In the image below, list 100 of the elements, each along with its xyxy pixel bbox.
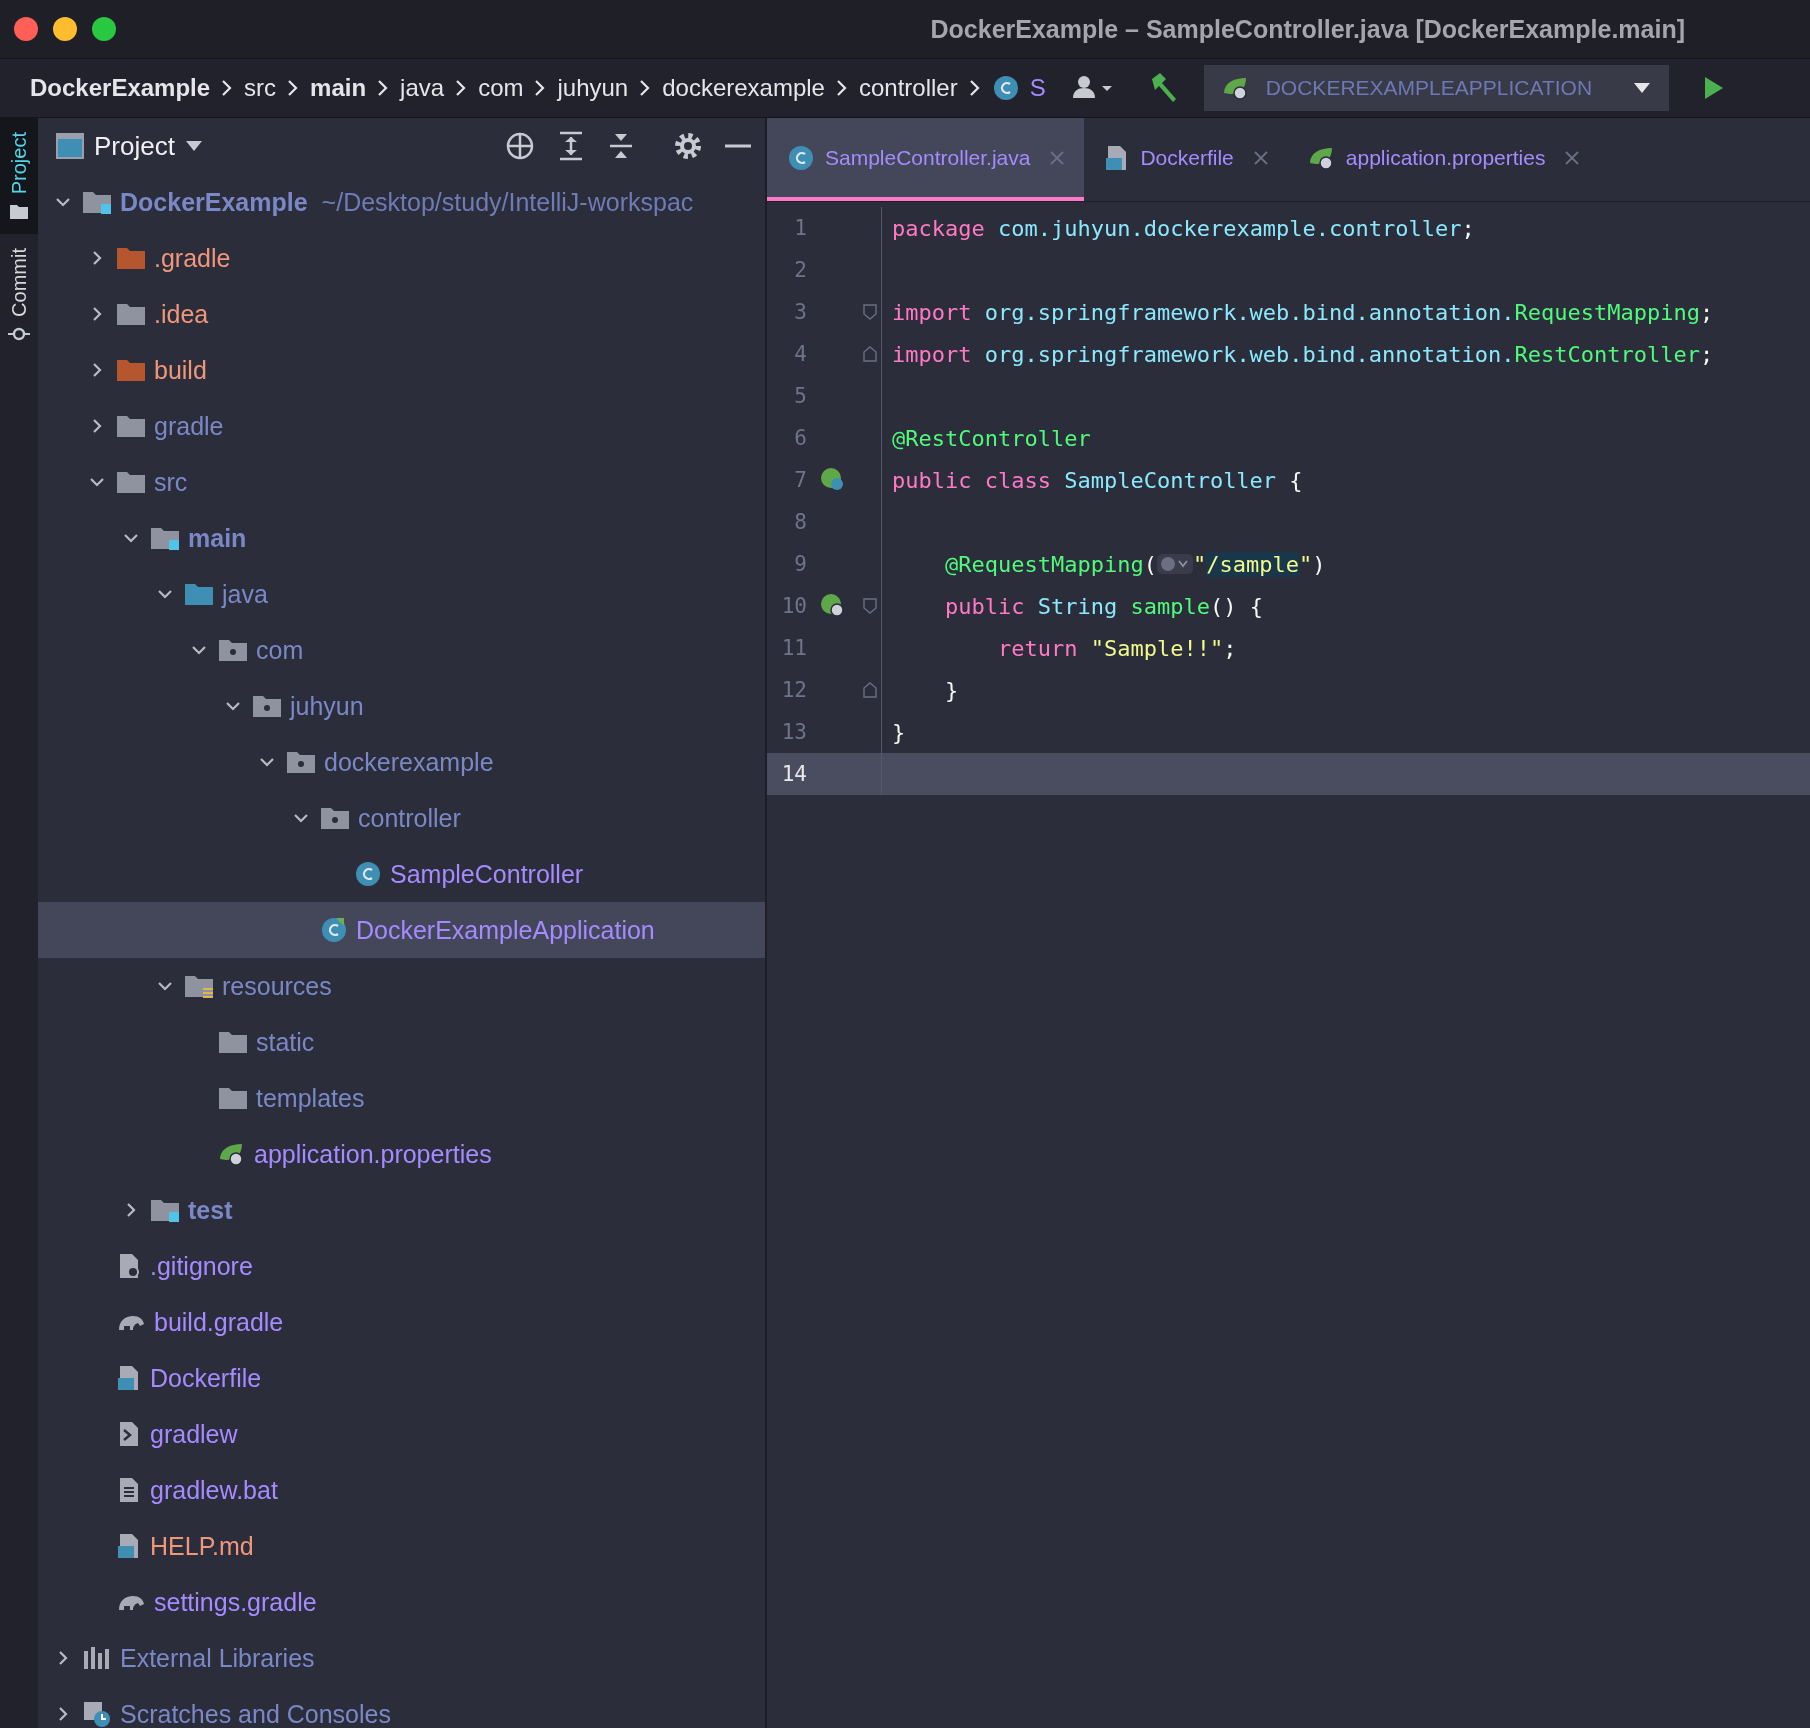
tree-item-label: test	[188, 1195, 233, 1225]
zoom-window-button[interactable]	[92, 17, 116, 41]
crosshair-icon[interactable]	[505, 131, 535, 161]
tree-row[interactable]: .gitignore	[38, 1238, 765, 1294]
tree-row[interactable]: gradlew	[38, 1406, 765, 1462]
folder-icon	[116, 357, 146, 383]
breadcrumb-item[interactable]: dockerexample	[662, 74, 825, 102]
tool-window-tab[interactable]: Project	[0, 118, 38, 235]
expand-all-icon[interactable]	[557, 131, 585, 161]
breadcrumb-item[interactable]: java	[400, 74, 445, 102]
tree-item-label: resources	[222, 971, 332, 1001]
module-folder-icon	[150, 525, 180, 551]
fold-marker-icon[interactable]	[863, 682, 877, 698]
module-folder-icon	[82, 189, 112, 215]
tree-row[interactable]: controller	[38, 790, 765, 846]
tree-row[interactable]: .gradle	[38, 230, 765, 286]
fold-marker-icon[interactable]	[863, 346, 877, 362]
tree-row[interactable]: com	[38, 622, 765, 678]
tree-row[interactable]: settings.gradle	[38, 1574, 765, 1630]
tree-row[interactable]: static	[38, 1014, 765, 1070]
folder-icon	[116, 301, 146, 327]
commit-icon	[8, 327, 30, 342]
close-icon[interactable]	[1565, 150, 1580, 165]
tree-row[interactable]: application.properties	[38, 1126, 765, 1182]
minimize-icon[interactable]	[725, 143, 751, 149]
line-number: 13	[780, 720, 807, 744]
tree-item-label: gradlew	[150, 1419, 238, 1449]
tree-row[interactable]: Dockerfile	[38, 1350, 765, 1406]
editor-tab[interactable]: application.properties	[1287, 118, 1600, 201]
package-folder-icon	[252, 693, 282, 719]
fold-marker-icon[interactable]	[863, 598, 877, 614]
breadcrumb-item[interactable]: com	[478, 74, 524, 102]
tree-row[interactable]: build.gradle	[38, 1294, 765, 1350]
run-icon[interactable]	[1702, 75, 1725, 101]
dropdown-arrow-icon	[1632, 82, 1651, 94]
chevron-icon	[834, 79, 849, 97]
libraries-icon	[82, 1645, 112, 1671]
tree-row[interactable]: juhyun	[38, 678, 765, 734]
code-line: public class SampleController {	[891, 467, 1303, 493]
tree-row[interactable]: SampleController	[38, 846, 765, 902]
tree-item-label: com	[256, 635, 304, 665]
breadcrumb-item[interactable]: src	[244, 74, 277, 102]
dropdown-arrow-icon[interactable]	[184, 140, 203, 152]
folder-icon	[116, 245, 146, 271]
tree-row[interactable]: java	[38, 566, 765, 622]
collapse-all-icon[interactable]	[607, 131, 635, 161]
code-line: }	[943, 677, 959, 703]
tree-row[interactable]: resources	[38, 958, 765, 1014]
breadcrumb-item[interactable]: S	[1029, 74, 1046, 102]
tree-row[interactable]: test	[38, 1182, 765, 1238]
breadcrumb-item[interactable]: controller	[858, 74, 958, 102]
tree-row[interactable]: gradlew.bat	[38, 1462, 765, 1518]
editor-tab[interactable]: Dockerfile	[1084, 118, 1288, 201]
tree-row[interactable]: HELP.md	[38, 1518, 765, 1574]
breadcrumb-item[interactable]: main	[310, 74, 367, 102]
code-line: @RestController	[891, 425, 1091, 451]
line-number: 8	[793, 510, 807, 534]
line-number: 14	[780, 762, 807, 786]
tree-item-label: build.gradle	[154, 1307, 284, 1337]
folder-icon	[116, 469, 146, 495]
globe-hint-icon[interactable]	[1156, 553, 1193, 575]
tree-item-label: src	[154, 467, 188, 497]
tree-item-label: gradlew.bat	[150, 1475, 278, 1505]
tree-row[interactable]: .idea	[38, 286, 765, 342]
breadcrumb-item[interactable]: juhyun	[557, 74, 629, 102]
line-number: 1	[793, 216, 807, 240]
tree-row[interactable]: dockerexample	[38, 734, 765, 790]
tree-item-label: Scratches and Consoles	[120, 1699, 391, 1728]
tree-item-label: dockerexample	[324, 747, 494, 777]
tree-row[interactable]: templates	[38, 1070, 765, 1126]
line-number: 10	[780, 594, 807, 618]
panel-title[interactable]: Project	[94, 130, 175, 162]
package-folder-icon	[218, 637, 248, 663]
close-window-button[interactable]	[14, 17, 38, 41]
scratches-icon	[82, 1700, 112, 1728]
tree-item-label: application.properties	[254, 1139, 492, 1169]
tree-row[interactable]: DockerExample ~/Desktop/study/IntelliJ-workspac	[38, 174, 765, 230]
tree-row[interactable]: main	[38, 510, 765, 566]
tree-item-label: gradle	[154, 411, 224, 441]
tree-row[interactable]: External Libraries	[38, 1630, 765, 1686]
settings-icon[interactable]	[673, 131, 703, 161]
tool-window-tab[interactable]: Commit	[0, 234, 38, 356]
line-number: 3	[793, 300, 807, 324]
minimize-window-button[interactable]	[53, 17, 77, 41]
class-icon	[787, 143, 815, 172]
run-configuration-dropdown[interactable]: DOCKEREXAMPLEAPPLICATION	[1203, 65, 1669, 111]
tree-item-label: controller	[358, 803, 461, 833]
breadcrumb-item[interactable]: DockerExample	[30, 74, 211, 102]
close-icon[interactable]	[1253, 150, 1268, 165]
tree-row[interactable]: src	[38, 454, 765, 510]
tree-row[interactable]: build	[38, 342, 765, 398]
code-line: public String sample() {	[943, 593, 1263, 619]
package-folder-icon	[320, 805, 350, 831]
tree-row[interactable]: DockerExampleApplication	[38, 902, 765, 958]
fold-marker-icon[interactable]	[863, 304, 877, 320]
tree-row[interactable]: Scratches and Consoles	[38, 1686, 765, 1728]
editor-tab[interactable]: SampleController.java	[767, 118, 1085, 201]
tree-row[interactable]: gradle	[38, 398, 765, 454]
package-folder-icon	[286, 749, 316, 775]
line-number: 7	[793, 468, 807, 492]
